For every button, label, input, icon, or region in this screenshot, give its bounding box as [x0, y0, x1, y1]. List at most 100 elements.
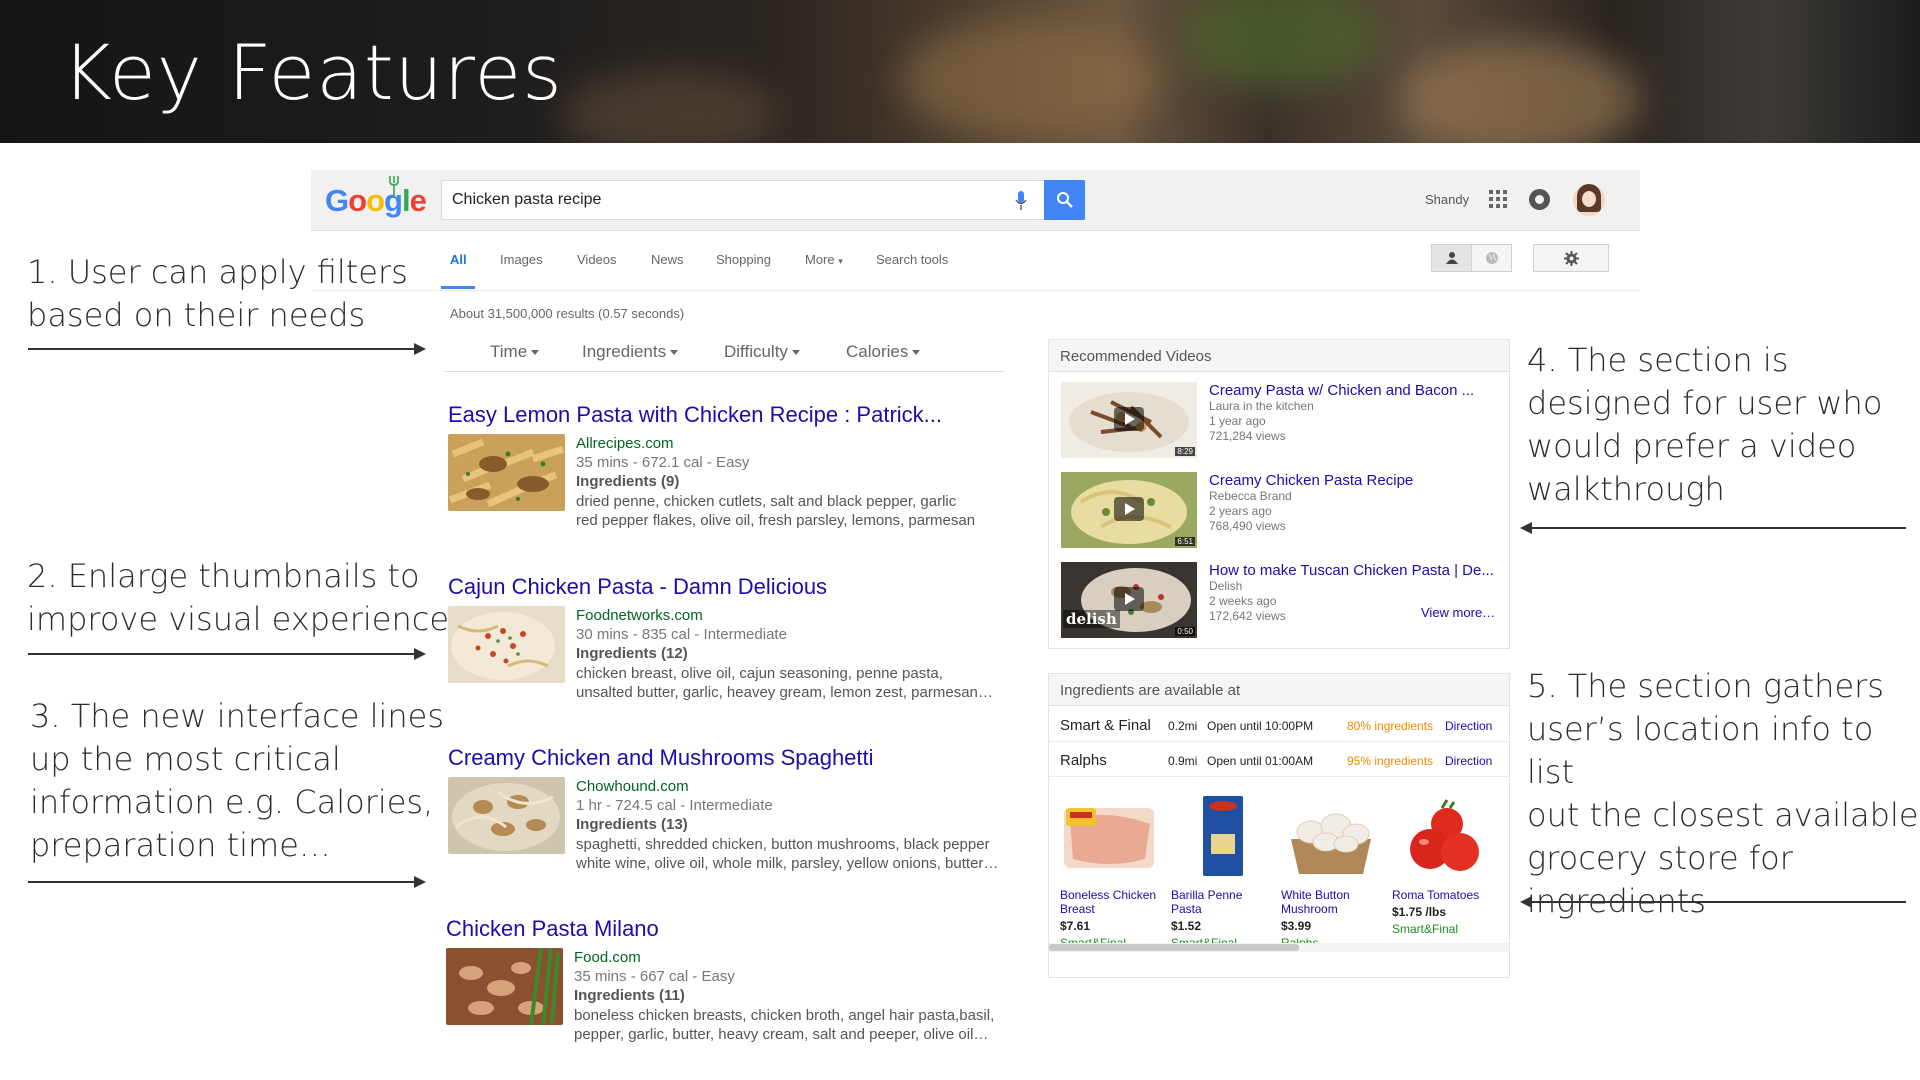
microphone-icon[interactable] — [1015, 190, 1027, 212]
video-views: 721,284 views — [1209, 429, 1286, 443]
search-input[interactable]: Chicken pasta recipe — [452, 191, 601, 209]
result-site[interactable]: Food.com — [574, 948, 1034, 967]
result-title-link[interactable]: Easy Lemon Pasta with Chicken Recipe : P… — [448, 402, 1028, 428]
annotation-critical-info: 3. The new interface lines up the most c… — [30, 695, 444, 867]
tab-videos[interactable]: Videos — [577, 252, 617, 267]
store-distance: 0.2mi — [1168, 719, 1198, 733]
annotation-filters: 1. User can apply filters based on their… — [27, 251, 408, 337]
globe-icon — [1486, 252, 1498, 264]
tab-images[interactable]: Images — [500, 252, 543, 267]
result-details: Allrecipes.com 35 mins - 672.1 cal - Eas… — [576, 434, 1036, 530]
product-card[interactable]: Boneless Chicken Breast $7.61 Smart&Fina… — [1060, 794, 1160, 951]
product-image — [1281, 794, 1381, 878]
result-site[interactable]: Foodnetworks.com — [576, 606, 1036, 625]
video-thumbnail[interactable]: 8:29 — [1061, 382, 1197, 458]
search-box[interactable]: Chicken pasta recipe — [441, 180, 1045, 220]
filter-time[interactable]: Time — [490, 342, 539, 362]
video-title-link[interactable]: Creamy Chicken Pasta Recipe — [1209, 472, 1509, 489]
video-channel: Delish — [1209, 579, 1243, 593]
ingredients-label: Ingredients (11) — [574, 987, 685, 1004]
result-thumbnail[interactable] — [448, 434, 565, 511]
product-price: $1.75 /lbs — [1392, 905, 1447, 919]
product-name[interactable]: Boneless Chicken Breast — [1060, 888, 1160, 916]
direction-link[interactable]: Direction — [1445, 754, 1492, 768]
video-age: 1 year ago — [1209, 414, 1266, 428]
video-age: 2 years ago — [1209, 504, 1272, 518]
search-result: Easy Lemon Pasta with Chicken Recipe : P… — [448, 402, 1028, 529]
settings-button[interactable] — [1533, 244, 1609, 272]
active-tab-indicator — [441, 286, 475, 289]
annotation-line: information e.g. Calories, — [30, 783, 434, 821]
tab-shopping[interactable]: Shopping — [716, 252, 771, 267]
result-title-link[interactable]: Cajun Chicken Pasta - Damn Delicious — [448, 574, 1028, 600]
ingredients-line: white wine, olive oil, whole milk, parsl… — [576, 855, 999, 872]
tab-search-tools[interactable]: Search tools — [876, 252, 948, 267]
arrow-right — [28, 648, 426, 660]
scrollbar-thumb[interactable] — [1049, 944, 1299, 951]
title-banner: Key Features — [0, 0, 1920, 143]
video-thumbnail[interactable]: delish 0:50 — [1061, 562, 1197, 638]
product-name[interactable]: White Button Mushroom — [1281, 888, 1381, 916]
horizontal-scrollbar[interactable] — [1049, 943, 1509, 952]
result-details: Food.com 35 mins - 667 cal - Easy Ingred… — [574, 948, 1034, 1044]
store-name: Ralphs — [1060, 752, 1107, 769]
result-thumbnail[interactable] — [446, 948, 563, 1025]
video-channel: Rebecca Brand — [1209, 489, 1292, 503]
fork-icon — [389, 176, 399, 198]
annotation-grocery: 5. The section gathers user’s location i… — [1527, 665, 1920, 923]
google-logo[interactable]: Google — [325, 183, 427, 219]
video-thumbnail[interactable]: 6:51 — [1061, 472, 1197, 548]
result-thumbnail[interactable] — [448, 606, 565, 683]
banner-blob — [1180, 0, 1380, 90]
store-hours: Open until 10:00PM — [1207, 719, 1314, 733]
annotation-line: up the most critical — [30, 740, 341, 778]
personal-results-button[interactable] — [1431, 244, 1472, 272]
banner-blob — [900, 20, 1160, 140]
search-button[interactable] — [1044, 180, 1085, 220]
avatar[interactable] — [1573, 184, 1605, 216]
ingredients-line: pepper, garlic, butter, heavy cream, sal… — [574, 1026, 989, 1043]
video-item[interactable]: delish 0:50 How to make Tuscan Chicken P… — [1061, 562, 1501, 642]
global-results-button[interactable] — [1471, 244, 1512, 272]
video-item[interactable]: 6:51 Creamy Chicken Pasta Recipe Rebecca… — [1061, 472, 1501, 552]
product-price: $1.52 — [1171, 919, 1202, 933]
result-details: Foodnetworks.com 30 mins - 835 cal - Int… — [576, 606, 1036, 702]
annotation-line: out the closest available — [1527, 796, 1919, 834]
video-title-link[interactable]: Creamy Pasta w/ Chicken and Bacon ... — [1209, 382, 1509, 399]
ingredients-label: Ingredients (13) — [576, 816, 688, 833]
store-hours: Open until 01:00AM — [1207, 754, 1314, 768]
tab-more[interactable]: More ▾ — [805, 252, 843, 267]
filter-ingredients[interactable]: Ingredients — [582, 342, 678, 362]
filter-difficulty[interactable]: Difficulty — [724, 342, 800, 362]
result-title-link[interactable]: Chicken Pasta Milano — [446, 916, 1026, 942]
result-thumbnail[interactable] — [448, 777, 565, 854]
apps-grid-icon[interactable] — [1489, 190, 1507, 208]
store-row[interactable]: Smart & Final 0.2mi Open until 10:00PM 8… — [1049, 707, 1509, 742]
annotation-line: user’s location info to list — [1527, 710, 1874, 791]
annotation-line: would prefer a video — [1527, 427, 1857, 465]
result-title-link[interactable]: Creamy Chicken and Mushrooms Spaghetti — [448, 745, 1028, 771]
product-card[interactable]: Roma Tomatoes $1.75 /lbs Smart&Final — [1392, 794, 1492, 937]
slide-title: Key Features — [62, 28, 563, 117]
product-card[interactable]: Barilla Penne Pasta $1.52 Smart&Final — [1171, 794, 1271, 951]
video-item[interactable]: 8:29 Creamy Pasta w/ Chicken and Bacon .… — [1061, 382, 1501, 462]
result-site[interactable]: Chowhound.com — [576, 777, 1036, 796]
video-title-link[interactable]: How to make Tuscan Chicken Pasta | De... — [1209, 562, 1509, 579]
product-card[interactable]: White Button Mushroom $3.99 Ralphs — [1281, 794, 1381, 951]
annotation-line: walkthrough — [1527, 470, 1725, 508]
person-icon — [1446, 252, 1458, 264]
annotation-line: preparation time… — [30, 826, 331, 864]
panel-heading: Recommended Videos — [1049, 340, 1509, 372]
search-icon — [1057, 192, 1073, 208]
view-more-link[interactable]: View more… — [1421, 605, 1495, 620]
tab-all[interactable]: All — [450, 252, 467, 267]
tab-news[interactable]: News — [651, 252, 684, 267]
store-row[interactable]: Ralphs 0.9mi Open until 01:00AM 95% ingr… — [1049, 742, 1509, 777]
arrow-right — [28, 876, 426, 888]
filter-calories[interactable]: Calories — [846, 342, 920, 362]
result-site[interactable]: Allrecipes.com — [576, 434, 1036, 453]
notifications-icon[interactable] — [1529, 189, 1550, 210]
direction-link[interactable]: Direction — [1445, 719, 1492, 733]
product-name[interactable]: Roma Tomatoes — [1392, 888, 1492, 902]
product-name[interactable]: Barilla Penne Pasta — [1171, 888, 1271, 916]
